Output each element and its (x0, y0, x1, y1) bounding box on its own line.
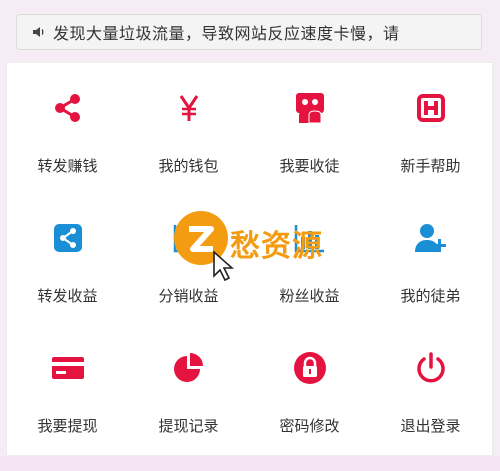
menu-label: 分销收益 (158, 287, 219, 305)
menu-item-withdraw-records[interactable]: 提现记录 (128, 323, 249, 453)
menu-label: 我的钱包 (158, 157, 219, 175)
menu-item-help[interactable]: 新手帮助 (370, 63, 491, 193)
menu-label: 密码修改 (279, 417, 340, 435)
menu-panel: 转发赚钱 我的钱包 我要收徒 新手帮助 转发收益 分销收益 粉丝收益 我的徒弟 … (6, 62, 493, 456)
lock-icon (293, 352, 326, 384)
chart-icon (294, 225, 324, 253)
add-user-icon (414, 224, 446, 252)
menu-item-fans-income[interactable]: 粉丝收益 (249, 193, 370, 323)
menu-item-share-income[interactable]: 转发收益 (7, 193, 128, 323)
menu-label: 转发赚钱 (37, 157, 98, 175)
menu-item-my-disciples[interactable]: 我的徒弟 (370, 193, 491, 323)
chart-icon (173, 225, 203, 253)
menu-label: 我要收徒 (279, 157, 340, 175)
speaker-icon (33, 27, 44, 37)
help-h-icon (416, 94, 445, 122)
menu-label: 粉丝收益 (279, 287, 340, 305)
menu-item-logout[interactable]: 退出登录 (370, 323, 491, 453)
menu-item-change-password[interactable]: 密码修改 (249, 323, 370, 453)
menu-item-wallet[interactable]: 我的钱包 (128, 63, 249, 193)
yen-icon (179, 95, 198, 121)
menu-label: 转发收益 (37, 287, 98, 305)
users-icon (295, 93, 324, 124)
menu-item-share-earn[interactable]: 转发赚钱 (7, 63, 128, 193)
menu-label: 提现记录 (158, 417, 219, 435)
bottom-bar (0, 456, 500, 471)
menu-item-recruit[interactable]: 我要收徒 (249, 63, 370, 193)
pie-chart-icon (173, 353, 203, 382)
mouse-cursor-icon (213, 250, 234, 282)
menu-label: 新手帮助 (400, 157, 461, 175)
notice-text: 发现大量垃圾流量，导致网站反应速度卡慢，请 (53, 24, 400, 43)
menu-label: 我的徒弟 (400, 287, 461, 305)
menu-item-withdraw[interactable]: 我要提现 (7, 323, 128, 453)
share-icon (54, 94, 80, 122)
card-icon (51, 357, 84, 379)
app-frame: 发现大量垃圾流量，导致网站反应速度卡慢，请 转发赚钱 我的钱包 我要收徒 新手帮… (0, 0, 500, 471)
menu-label: 我要提现 (37, 417, 98, 435)
menu-label: 退出登录 (400, 417, 461, 435)
share-box-icon (53, 224, 82, 252)
power-icon (416, 352, 445, 383)
notice-bar[interactable]: 发现大量垃圾流量，导致网站反应速度卡慢，请 (16, 14, 482, 50)
